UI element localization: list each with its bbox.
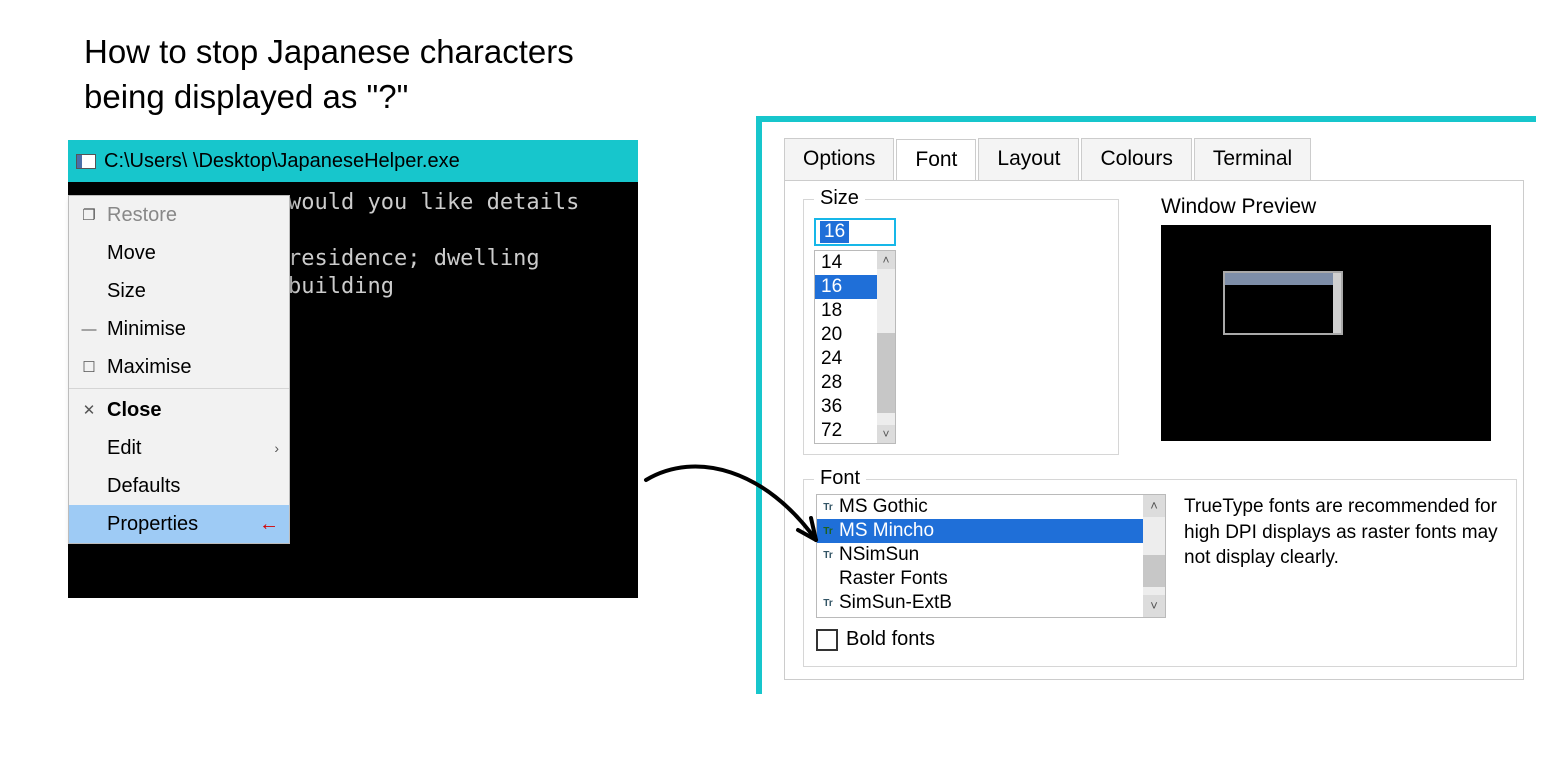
truetype-icon: Tr [821, 549, 835, 562]
menu-move[interactable]: Move [69, 234, 289, 272]
font-option[interactable]: Tr MS Mincho [817, 519, 1165, 543]
font-option[interactable]: Tr MS Gothic [817, 495, 1165, 519]
system-menu: ❐ Restore Move Size — Minimise ☐ Maximis… [68, 195, 290, 544]
size-input[interactable]: 16 [814, 218, 896, 246]
truetype-icon: Tr [821, 525, 835, 538]
font-option[interactable]: Raster Fonts [817, 567, 1165, 591]
page-title: How to stop Japanese characters being di… [84, 30, 574, 119]
menu-properties[interactable]: Properties ← [69, 505, 289, 543]
scrollbar[interactable]: ˄ ˅ [877, 251, 895, 443]
menu-separator [69, 388, 289, 389]
console-text: residence; dwelling [288, 246, 540, 271]
font-note: TrueType fonts are recommended for high … [1184, 494, 1504, 571]
console-text: would you like details [288, 190, 579, 215]
tab-colours[interactable]: Colours [1081, 138, 1191, 180]
size-group: Size 16 14 16 18 20 24 28 36 72 ˄ ˅ [803, 199, 1119, 455]
restore-icon: ❐ [77, 208, 101, 223]
tab-bar: Options Font Layout Colours Terminal [784, 138, 1536, 180]
console-text: building [288, 274, 394, 299]
menu-minimise[interactable]: — Minimise [69, 310, 289, 348]
font-option[interactable]: Tr SimSun-ExtB [817, 591, 1165, 615]
scrollbar[interactable]: ˄ ˅ [1143, 495, 1165, 617]
chevron-right-icon: › [274, 440, 279, 456]
scroll-up-icon[interactable]: ˄ [877, 251, 895, 269]
tab-panel-font: Size 16 14 16 18 20 24 28 36 72 ˄ ˅ Wind… [784, 180, 1524, 680]
console-titlebar[interactable]: C:\Users\ \Desktop\JapaneseHelper.exe [68, 140, 638, 182]
minimise-icon: — [77, 322, 101, 337]
font-label: Font [814, 467, 866, 490]
window-preview [1161, 225, 1491, 441]
menu-defaults[interactable]: Defaults [69, 467, 289, 505]
checkbox-icon[interactable] [816, 629, 838, 651]
menu-restore: ❐ Restore [69, 196, 289, 234]
tab-font[interactable]: Font [896, 139, 976, 181]
preview-label: Window Preview [1161, 195, 1316, 219]
close-icon: ✕ [77, 403, 101, 418]
truetype-icon: Tr [821, 597, 835, 610]
tab-terminal[interactable]: Terminal [1194, 138, 1311, 180]
scroll-down-icon[interactable]: ˅ [1143, 595, 1165, 617]
tab-options[interactable]: Options [784, 138, 894, 180]
menu-close[interactable]: ✕ Close [69, 391, 289, 429]
size-label: Size [814, 187, 865, 210]
scroll-up-icon[interactable]: ˄ [1143, 495, 1165, 517]
menu-maximise[interactable]: ☐ Maximise [69, 348, 289, 386]
font-group: Font Tr MS Gothic Tr MS Mincho Tr NSimSu… [803, 479, 1517, 667]
maximise-icon: ☐ [77, 360, 101, 375]
properties-dialog: Options Font Layout Colours Terminal Siz… [756, 116, 1536, 694]
bold-fonts-checkbox[interactable]: Bold fonts [816, 628, 935, 651]
size-listbox[interactable]: 14 16 18 20 24 28 36 72 ˄ ˅ [814, 250, 896, 444]
scroll-down-icon[interactable]: ˅ [877, 425, 895, 443]
menu-edit[interactable]: Edit › [69, 429, 289, 467]
console-icon [76, 154, 96, 169]
scroll-thumb[interactable] [877, 333, 895, 413]
annotation-arrow-icon: ← [259, 513, 279, 536]
tab-layout[interactable]: Layout [978, 138, 1079, 180]
menu-size[interactable]: Size [69, 272, 289, 310]
console-title: C:\Users\ \Desktop\JapaneseHelper.exe [104, 150, 460, 173]
truetype-icon: Tr [821, 501, 835, 514]
font-option[interactable]: Tr NSimSun [817, 543, 1165, 567]
font-listbox[interactable]: Tr MS Gothic Tr MS Mincho Tr NSimSun Ras… [816, 494, 1166, 618]
scroll-thumb[interactable] [1143, 555, 1165, 587]
preview-window-icon [1223, 271, 1343, 335]
